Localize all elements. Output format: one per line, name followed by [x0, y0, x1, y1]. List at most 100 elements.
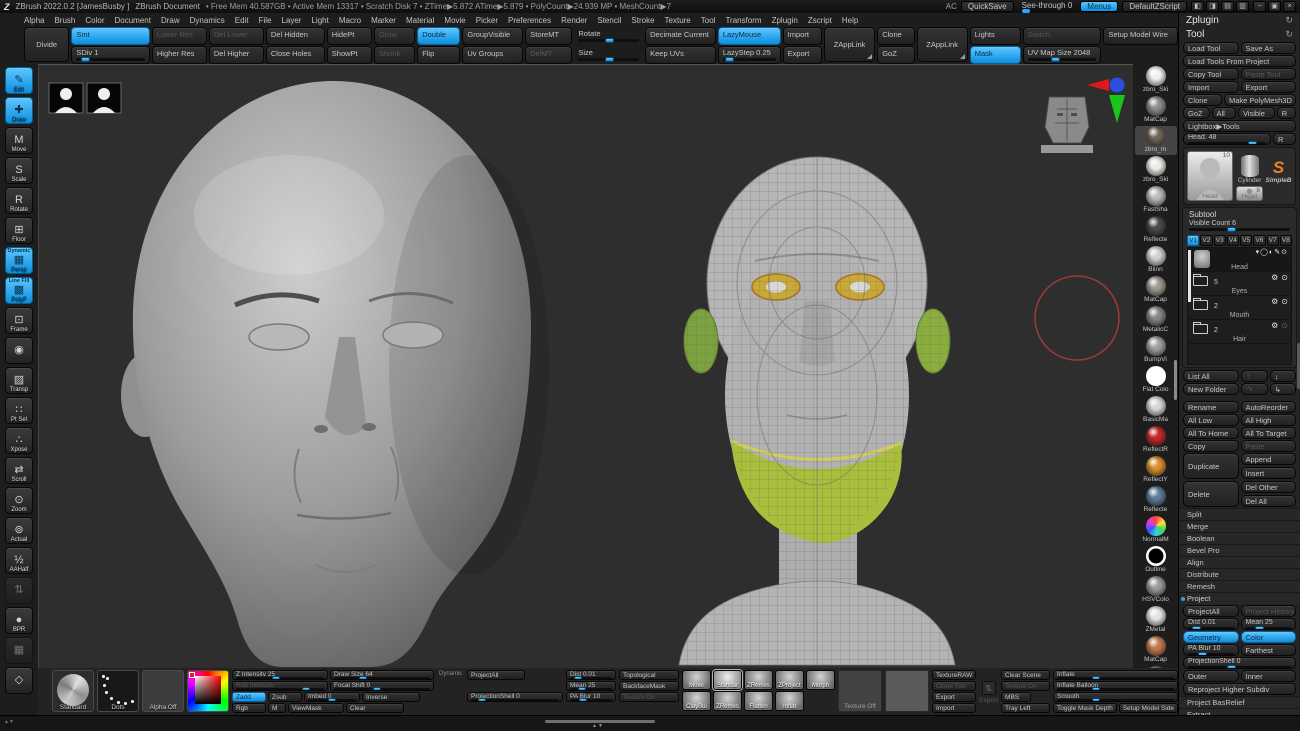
canvas-scroll-arrows[interactable]: ▲▼	[592, 723, 604, 729]
copy-button[interactable]: Copy	[1183, 440, 1239, 452]
v2-button[interactable]: V2	[1200, 235, 1213, 246]
clone-button[interactable]: Clone	[1183, 94, 1222, 106]
tray-left-button[interactable]: Tray Left	[1001, 703, 1051, 713]
quicksave-button[interactable]: QuickSave	[960, 1, 1014, 12]
move-down-button[interactable]: ↓	[1269, 370, 1296, 382]
projectall-button[interactable]: ProjectAll	[467, 670, 525, 680]
floor-button[interactable]: ⊞ Floor	[5, 217, 33, 244]
backfacemask-button[interactable]: BackfaceMask	[619, 681, 679, 691]
edit-button[interactable]: Edit	[235, 16, 249, 25]
subtool-row-icons[interactable]: ▾◯◐✎⊙	[1256, 248, 1288, 256]
dynamics-button[interactable]: Dynamics	[190, 16, 225, 25]
basicma-button[interactable]: BasicMa	[1135, 396, 1177, 425]
slider-handle[interactable]	[1091, 698, 1100, 701]
flip-button[interactable]: Flip	[417, 46, 461, 64]
standar-button[interactable]: Standar	[712, 669, 743, 691]
slider-handle[interactable]	[302, 687, 311, 690]
autoreorder-button[interactable]: AutoReorder	[1240, 401, 1296, 413]
reflectr-button[interactable]: ReflectR	[1135, 426, 1177, 455]
all-to-target-button[interactable]: All To Target	[1240, 427, 1296, 439]
alpha-button[interactable]: Alpha	[24, 16, 44, 25]
pa-blur-10-slider[interactable]: PA Blur 10	[1183, 644, 1239, 656]
v1-button[interactable]: V1	[1187, 235, 1200, 246]
matcap-button[interactable]: MatCap	[1135, 96, 1177, 125]
minimize-button[interactable]: −	[1253, 1, 1266, 12]
clear-scene-button[interactable]: Clear Scene	[1001, 670, 1051, 680]
persp-button[interactable]: Dynamic ▦ Persp	[5, 247, 33, 274]
titlebar-icon-1[interactable]: ◧	[1191, 1, 1204, 12]
project-section-header[interactable]: Project	[1179, 592, 1300, 604]
stroke-button[interactable]: Stroke	[631, 16, 654, 25]
morph-button[interactable]: Morph	[806, 670, 835, 690]
all-low-button[interactable]: All Low	[1183, 414, 1239, 426]
import-button[interactable]: Import	[1183, 81, 1239, 93]
visible-count-slider[interactable]: Visible Count 6	[1185, 220, 1294, 234]
export-button[interactable]: Export	[1240, 81, 1296, 93]
blinn-button[interactable]: Blinn	[1135, 246, 1177, 275]
see-through-slider[interactable]: See-through 0	[1018, 1, 1077, 13]
restore-button[interactable]: ▣	[1268, 1, 1281, 12]
tool-thumb-head[interactable]: 10 Head	[1187, 151, 1233, 201]
goz-button[interactable]: GoZ	[1183, 107, 1210, 119]
flatten-button[interactable]: Flatten	[744, 691, 773, 711]
axis-gizmo[interactable]	[1087, 77, 1125, 124]
close-holes-button[interactable]: Close Holes	[265, 46, 325, 64]
subtool-row-eyes[interactable]: 5 ⚙ ⊙ Eyes	[1188, 272, 1291, 296]
projectall-button[interactable]: ProjectAll	[1183, 605, 1239, 617]
groupvisible-button[interactable]: GroupVisible	[462, 27, 524, 45]
slider-handle[interactable]	[373, 687, 382, 690]
setup-model-wire-button[interactable]: Setup Model Wire	[1103, 27, 1178, 45]
claybui-button[interactable]: ClayBui	[682, 691, 711, 711]
zbro-m-button[interactable]: zbro_m	[1134, 126, 1177, 155]
inflat-button[interactable]: Inflat	[775, 691, 804, 711]
saturation-value-box[interactable]	[195, 676, 221, 704]
rename-button[interactable]: Rename	[1183, 401, 1239, 413]
texture-off-thumb[interactable]: Texture Off	[838, 670, 882, 712]
inflate-slider[interactable]: Inflate	[1053, 670, 1178, 680]
slider-handle[interactable]	[725, 57, 735, 63]
r-button[interactable]: R	[1276, 107, 1297, 119]
normalm-button[interactable]: NormalM	[1135, 516, 1177, 545]
higher-res-button[interactable]: Higher Res	[151, 46, 207, 64]
material-button[interactable]: Material	[406, 16, 434, 25]
projectionshell-0-slider[interactable]: ProjectionShell 0	[1183, 657, 1296, 669]
fastsha-button[interactable]: FastSha	[1135, 186, 1177, 215]
head-48-slider[interactable]: Head. 48	[1183, 133, 1271, 145]
pa-blur-10-slider[interactable]: PA Blur 10	[566, 692, 616, 702]
movie-button[interactable]: Movie	[444, 16, 465, 25]
transform-button[interactable]: Transform	[725, 16, 761, 25]
color-button[interactable]: Color	[85, 16, 104, 25]
clone-button[interactable]: Clone	[877, 27, 915, 45]
gyro-button[interactable]: ◇	[5, 667, 33, 694]
texture-button[interactable]: Texture	[665, 16, 691, 25]
lazymouse-button[interactable]: LazyMouse	[717, 27, 781, 45]
slider-handle[interactable]	[1227, 227, 1237, 232]
del-all-button[interactable]: Del All	[1240, 495, 1296, 507]
mask-button[interactable]: Mask	[969, 46, 1021, 64]
del-other-button[interactable]: Del Other	[1240, 481, 1296, 493]
lazystep-0-25-slider[interactable]: LazyStep 0.25	[717, 46, 781, 64]
eye-icon[interactable]: ⊙	[1281, 249, 1288, 256]
m-button[interactable]: M	[268, 703, 286, 713]
toggle-mask-depth-button[interactable]: Toggle Mask Depth	[1053, 703, 1117, 713]
v6-button[interactable]: V6	[1253, 235, 1266, 246]
new-folder-button[interactable]: New Folder	[1183, 383, 1240, 395]
slider-handle[interactable]	[1091, 687, 1100, 690]
reproject-higher-subdiv-button[interactable]: Reproject Higher Subdiv	[1183, 683, 1296, 695]
duplicate-button[interactable]: Duplicate	[1183, 453, 1239, 479]
default-zscript-button[interactable]: DefaultZScript	[1122, 1, 1187, 12]
eye-icon[interactable]: ⊙	[1281, 321, 1288, 330]
slider-handle[interactable]	[1197, 652, 1207, 655]
insert-button[interactable]: Insert	[1240, 467, 1296, 479]
outer-button[interactable]: Outer	[1183, 670, 1239, 682]
outline-button[interactable]: Outline	[1135, 546, 1177, 575]
matcap-button[interactable]: MatCap	[1135, 636, 1177, 665]
subtool-row-hair[interactable]: 2 ⚙ ⊙ Hair	[1188, 320, 1291, 344]
transp-button[interactable]: ▨ Transp	[5, 367, 33, 394]
xpose-button[interactable]: ∴ Xpose	[5, 427, 33, 454]
import-button[interactable]: Import	[782, 27, 822, 45]
hidept-button[interactable]: HidePt	[326, 27, 372, 45]
actual-button[interactable]: ⊚ Actual	[5, 517, 33, 544]
copy-tool-button[interactable]: Copy Tool	[1183, 68, 1239, 80]
render-button[interactable]: Render	[561, 16, 587, 25]
